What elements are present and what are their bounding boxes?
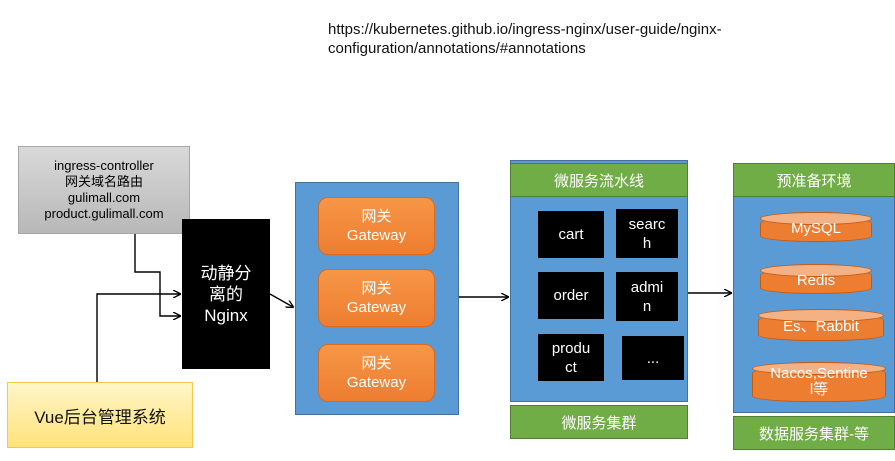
microservice-header-label: 微服务流水线: [553, 172, 644, 190]
service-label: n: [642, 297, 652, 315]
service-label: cart: [558, 226, 584, 243]
ingress-line: ingress-controller: [54, 158, 154, 173]
gateway-line-2: Gateway: [346, 299, 407, 316]
service-label: h: [642, 234, 652, 252]
service-cart: cart: [538, 211, 604, 258]
service-label: produ: [551, 339, 591, 357]
microservice-footer: 微服务集群: [510, 405, 688, 439]
store-label: Es、Rabbit: [783, 318, 859, 335]
redis-cylinder: Redis: [760, 264, 872, 294]
gateway-line-2: Gateway: [346, 227, 407, 244]
gateway-node: 网关 Gateway: [318, 269, 435, 327]
nginx-line: Nginx: [204, 305, 248, 325]
ingress-line: product.gulimall.com: [44, 206, 164, 221]
service-label: ct: [565, 358, 577, 376]
vue-admin-label: Vue后台管理系统: [34, 407, 166, 427]
gateway-line-2: Gateway: [346, 374, 407, 391]
nginx-box: 动静分 离的 Nginx: [182, 219, 270, 369]
es-rabbit-cylinder: Es、Rabbit: [758, 309, 884, 341]
data-services-footer: 数据服务集群-等: [733, 416, 895, 450]
ingress-to-nginx-connector: [134, 234, 180, 316]
service-label: searc: [628, 215, 666, 233]
nginx-line: 动静分: [200, 263, 252, 283]
mysql-cylinder: MySQL: [760, 212, 872, 242]
nginx-to-gateway-arrow: [269, 293, 293, 307]
store-label: MySQL: [790, 220, 841, 237]
vue-admin-box: Vue后台管理系统: [7, 382, 193, 448]
gateway-line-1: 网关: [361, 208, 392, 225]
gateway-line-1: 网关: [361, 280, 392, 297]
service-admin: admi n: [616, 272, 678, 321]
nginx-line: 离的: [209, 284, 243, 304]
service-label: order: [553, 287, 589, 304]
service-product: produ ct: [538, 334, 604, 381]
gateway-line-1: 网关: [361, 355, 392, 372]
service-more: ...: [622, 336, 684, 380]
service-order: order: [538, 272, 604, 319]
microservice-header: 微服务流水线: [510, 163, 688, 197]
store-label: Redis: [796, 272, 836, 289]
microservice-footer-label: 微服务集群: [561, 414, 637, 432]
store-label: l等: [809, 381, 829, 398]
ingress-line: gulimall.com: [67, 190, 141, 205]
data-services-header: 预准备环境: [733, 163, 895, 197]
gateway-node: 网关 Gateway: [318, 344, 435, 402]
vue-to-nginx-connector: [96, 294, 180, 382]
ingress-line: 网关域名路由: [64, 174, 143, 189]
nacos-sentinel-cylinder: Nacos,Sentine l等: [752, 362, 886, 402]
store-label: Nacos,Sentine: [770, 365, 868, 382]
data-services-footer-label: 数据服务集群-等: [759, 425, 869, 443]
service-search: searc h: [616, 209, 678, 258]
data-services-header-label: 预准备环境: [776, 172, 852, 190]
service-label: ...: [646, 349, 660, 367]
ingress-controller-box: ingress-controller 网关域名路由 gulimall.com p…: [18, 146, 190, 234]
service-label: admi: [630, 278, 664, 296]
gateway-node: 网关 Gateway: [318, 197, 435, 255]
